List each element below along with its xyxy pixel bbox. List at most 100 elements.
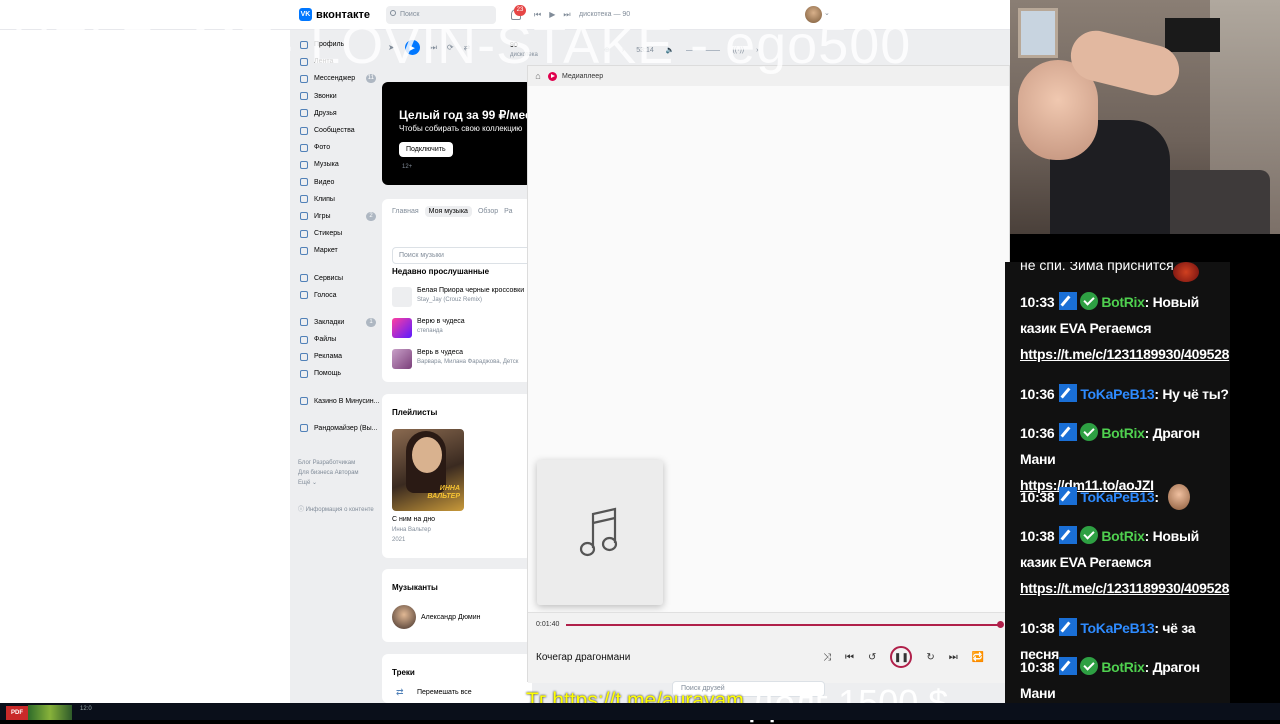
list-item[interactable]: Верю в чудеса степанда [392, 318, 532, 340]
sidebar-item-label: Мессенджер [314, 75, 356, 83]
promo-subtitle: Чтобы собирать свою коллекцию [399, 124, 523, 133]
stream-overlay-text: HELP- ME- LOVIN-STAKE - ego500 [12, 15, 912, 75]
shuffle-icon[interactable]: ⇄ [396, 687, 404, 698]
progress-handle[interactable] [997, 621, 1004, 628]
hammer-badge-icon [1059, 526, 1078, 544]
chat-username[interactable]: BotRix [1101, 425, 1145, 441]
verified-badge-icon [1080, 423, 1099, 441]
playlists-title: Плейлисты [392, 408, 438, 417]
chat-username[interactable]: ToKaPeB13 [1080, 620, 1154, 636]
sidebar-item[interactable]: Файлы [300, 331, 380, 348]
cover-text: ИННА ВАЛЬТЕР [427, 485, 460, 501]
emote-icon [1168, 484, 1191, 510]
playback-controls: ⤨ ⏮ ↺ ❚❚ ↻ ⏭ 🔁 [823, 646, 984, 668]
playlist-artist[interactable]: Инна Вальтер [392, 527, 431, 533]
list-item[interactable]: Верь в чудеса Варвара, Милана Фараджова, … [392, 349, 532, 371]
sidebar-item[interactable]: Реклама [300, 348, 380, 365]
sidebar-item[interactable]: Клипы [300, 191, 380, 208]
shuffle-icon[interactable]: ⤨ [823, 652, 831, 663]
sidebar-item-label: Музыка [314, 161, 339, 169]
list-item[interactable]: Белая Приора черные кроссовки Stay_Jay (C… [392, 287, 532, 309]
sidebar-item[interactable]: Видео [300, 174, 380, 191]
footer-link[interactable]: Блог Разработчикам [298, 458, 378, 468]
music-search-input[interactable]: Поиск музыки [392, 247, 532, 264]
emote-icon [1173, 262, 1199, 282]
chat-message: 10:33 BotRix: Новый казик EVA Регаемся htt… [1020, 292, 1230, 362]
forward-icon[interactable]: ↻ [926, 652, 934, 663]
musician-name[interactable]: Александр Дюмин [421, 614, 480, 621]
nav-icon [300, 246, 308, 255]
previous-button[interactable]: ⏮ [845, 652, 854, 663]
footer-more[interactable]: Ещё ⌄ [298, 478, 378, 488]
hammer-badge-icon [1059, 384, 1078, 402]
rewind-icon[interactable]: ↺ [868, 652, 876, 663]
nav-icon [300, 212, 308, 221]
image-thumbnail[interactable] [28, 705, 72, 720]
hammer-badge-icon [1059, 618, 1078, 636]
footer-link[interactable]: Для бизнеса Авторам [298, 468, 378, 478]
sidebar-item[interactable]: Голоса [300, 287, 380, 304]
nav-icon [300, 92, 308, 101]
sidebar-badge: 1 [366, 317, 376, 327]
sidebar-item[interactable]: Стикеры [300, 225, 380, 242]
track-artist: Варвара, Милана Фараджова, Детск [417, 359, 519, 365]
sidebar-item-label: Голоса [314, 291, 337, 299]
chat-username[interactable]: ToKaPeB13 [1080, 386, 1154, 402]
chat-time: 10:38 [1020, 489, 1055, 505]
webcam-feed [1010, 0, 1280, 234]
sidebar-item[interactable]: Сообщества [300, 122, 380, 139]
content-info-link[interactable]: ⓘ Информация о контенте [298, 504, 374, 513]
content-info-label: Информация о контенте [305, 507, 374, 513]
nav-icon [300, 352, 308, 361]
verified-badge-icon [1080, 526, 1099, 544]
sidebar-item-label: Игры [314, 212, 331, 220]
tab-more[interactable]: Ра [504, 208, 512, 217]
sidebar-item[interactable]: Фото [300, 139, 380, 156]
sidebar-item[interactable]: Рандомайзер (Вы... [300, 420, 380, 437]
tracks-title: Треки [392, 668, 415, 677]
chat-link[interactable]: https://t.me/c/1231189930/409528 [1020, 346, 1229, 362]
chat-message-cut: не спи. Зима приснится [1020, 262, 1174, 273]
musicians-card: Музыканты Александр Дюмин [382, 569, 532, 642]
nav-icon [300, 143, 308, 152]
sidebar-item[interactable]: Закладки 1 [300, 314, 380, 331]
repeat-icon[interactable]: 🔁 [972, 652, 984, 663]
chat-username[interactable]: BotRix [1101, 528, 1145, 544]
nav-icon [300, 74, 308, 83]
avatar[interactable] [392, 605, 416, 629]
cam-tv [1165, 18, 1220, 52]
nav-icon [300, 126, 308, 135]
tab-explore[interactable]: Обзор [478, 208, 498, 217]
playlist-cover[interactable]: ИННА ВАЛЬТЕР [392, 429, 464, 511]
track-artist: степанда [417, 328, 443, 334]
tab-my-music[interactable]: Моя музыка [424, 206, 472, 217]
sidebar-item[interactable]: Игры 2 [300, 208, 380, 225]
sidebar-item[interactable]: Казино В Минусин... [300, 393, 380, 410]
hammer-badge-icon [1059, 657, 1078, 675]
playlist-title[interactable]: С ним на дно [392, 516, 435, 523]
sidebar-item[interactable]: Друзья [300, 105, 380, 122]
chat-time: 10:38 [1020, 620, 1055, 636]
sidebar-item[interactable]: Звонки [300, 88, 380, 105]
chat-link[interactable]: https://t.me/c/1231189930/409528 [1020, 580, 1229, 596]
playlist-year: 2021 [392, 537, 406, 543]
shuffle-all-button[interactable]: Перемешать все [417, 689, 472, 696]
sidebar-item[interactable]: Помощь [300, 365, 380, 382]
tab-main[interactable]: Главная [392, 208, 419, 217]
album-art [537, 460, 663, 605]
sidebar-item[interactable]: Сервисы [300, 269, 380, 286]
pdf-taskbar-icon[interactable]: PDF [6, 706, 28, 720]
pause-button[interactable]: ❚❚ [890, 646, 913, 668]
sidebar-item[interactable]: Музыка [300, 156, 380, 173]
chat-username[interactable]: BotRix [1101, 659, 1145, 675]
progress-bar[interactable] [566, 624, 1000, 626]
sidebar-item[interactable]: Маркет [300, 242, 380, 259]
subscribe-button[interactable]: Подключить [399, 142, 453, 157]
chat-username[interactable]: ToKaPeB13 [1080, 489, 1154, 505]
sidebar-item-label: Стикеры [314, 230, 343, 238]
nav-separator [300, 304, 380, 314]
chat-time: 10:38 [1020, 659, 1055, 675]
chat-username[interactable]: BotRix [1101, 294, 1145, 310]
next-button[interactable]: ⏭ [949, 652, 958, 663]
nav-icon [300, 291, 308, 300]
